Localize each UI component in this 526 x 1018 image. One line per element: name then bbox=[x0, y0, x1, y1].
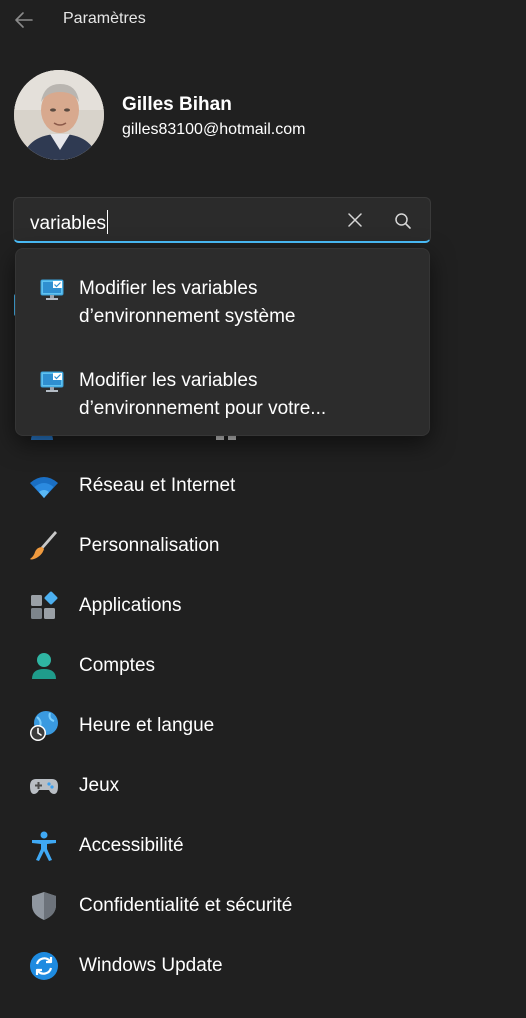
close-icon bbox=[348, 213, 362, 227]
user-name: Gilles Bihan bbox=[122, 94, 232, 115]
suggestion-item[interactable]: Modifier les variables d’environnement p… bbox=[16, 347, 429, 431]
arrow-left-icon bbox=[15, 12, 33, 28]
title-bar: Paramètres bbox=[0, 0, 526, 40]
search-box[interactable]: variables bbox=[13, 197, 431, 243]
nav-item-label: Windows Update bbox=[79, 955, 223, 976]
search-button[interactable] bbox=[392, 210, 414, 232]
nav-item-network[interactable]: Réseau et Internet bbox=[0, 456, 526, 516]
suggestion-line2: d’environnement système bbox=[79, 306, 296, 327]
search-input-value: variables bbox=[30, 213, 107, 234]
nav-item-apps[interactable]: Applications bbox=[0, 576, 526, 636]
nav-item-label: Personnalisation bbox=[79, 535, 220, 556]
nav-item-label: Réseau et Internet bbox=[79, 475, 236, 496]
suggestion-line1: Modifier les variables bbox=[79, 370, 258, 391]
nav-item-gaming[interactable]: Jeux bbox=[0, 756, 526, 816]
search-input[interactable]: variables bbox=[30, 210, 109, 235]
nav-item-windows-update[interactable]: Windows Update bbox=[0, 936, 526, 996]
system-settings-icon bbox=[40, 371, 64, 392]
back-button[interactable] bbox=[10, 6, 38, 34]
nav-item-label: Applications bbox=[79, 595, 182, 616]
brush-icon bbox=[28, 530, 60, 562]
nav-item-accounts[interactable]: Comptes bbox=[0, 636, 526, 696]
wifi-icon bbox=[28, 470, 60, 502]
nav-item-label: Accessibilité bbox=[79, 835, 184, 856]
clear-search-button[interactable] bbox=[344, 209, 366, 231]
search-suggestions: Modifier les variables d’environnement s… bbox=[15, 248, 430, 436]
settings-nav: Réseau et Internet Personnalisation Appl… bbox=[0, 456, 526, 996]
accessibility-icon bbox=[28, 830, 60, 862]
nav-item-label: Jeux bbox=[79, 775, 120, 796]
nav-item-time-language[interactable]: Heure et langue bbox=[0, 696, 526, 756]
suggestion-line2: d’environnement pour votre... bbox=[79, 398, 327, 419]
globe-clock-icon bbox=[28, 710, 60, 742]
nav-item-label: Comptes bbox=[79, 655, 156, 676]
system-settings-icon bbox=[40, 279, 64, 300]
search-icon bbox=[395, 213, 411, 229]
shield-icon bbox=[28, 890, 60, 922]
suggestion-item[interactable]: Modifier les variables d’environnement s… bbox=[16, 255, 429, 339]
nav-item-accessibility[interactable]: Accessibilité bbox=[0, 816, 526, 876]
nav-item-personalization[interactable]: Personnalisation bbox=[0, 516, 526, 576]
user-email: gilles83100@hotmail.com bbox=[122, 121, 306, 138]
app-title: Paramètres bbox=[63, 10, 146, 27]
user-profile[interactable]: Gilles Bihan gilles83100@hotmail.com bbox=[14, 70, 514, 162]
nav-item-label: Confidentialité et sécurité bbox=[79, 895, 293, 916]
gamepad-icon bbox=[28, 770, 60, 802]
account-icon bbox=[28, 650, 60, 682]
update-icon bbox=[28, 950, 60, 982]
avatar bbox=[14, 70, 104, 160]
text-caret bbox=[107, 210, 109, 234]
nav-item-privacy-security[interactable]: Confidentialité et sécurité bbox=[0, 876, 526, 936]
apps-icon bbox=[28, 590, 60, 622]
nav-item-label: Heure et langue bbox=[79, 715, 215, 736]
suggestion-line1: Modifier les variables bbox=[79, 278, 258, 299]
